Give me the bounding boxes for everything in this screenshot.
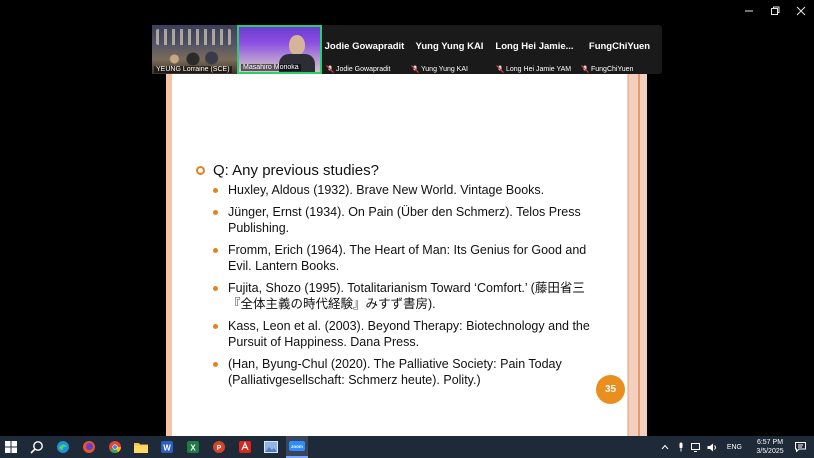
- participant-tile[interactable]: Long Hei Jamie... Long Hei Jamie YAM: [492, 25, 577, 74]
- participant-label: Masahiro Morioka: [241, 64, 301, 71]
- participant-label: Yung Yung KAI: [421, 65, 468, 73]
- edge-icon[interactable]: [52, 436, 74, 458]
- participant-tile-active-speaker[interactable]: Masahiro Morioka: [237, 25, 322, 74]
- bullet-icon: [213, 285, 218, 291]
- participant-name: Yung Yung KAI: [415, 41, 484, 52]
- participant-name: Jodie Gowapradit: [324, 41, 405, 52]
- ring-bullet-icon: [196, 166, 205, 175]
- participant-tile[interactable]: Yung Yung KAI Yung Yung KAI: [407, 25, 492, 74]
- reference-item: Kass, Leon et al. (2003). Beyond Therapy…: [213, 318, 593, 351]
- bullet-icon: [213, 209, 218, 215]
- clock[interactable]: 6:57 PM 3/5/2025: [748, 438, 792, 456]
- slide-decoration: [628, 74, 629, 436]
- reference-text: Huxley, Aldous (1932). Brave New World. …: [228, 183, 545, 197]
- participant-tile[interactable]: FungChiYuen FungChiYuen: [577, 25, 662, 74]
- participant-label: YEUNG Lorraine (SCE): [154, 66, 232, 73]
- participant-footer: Long Hei Jamie YAM: [496, 65, 571, 73]
- chevron-up-icon[interactable]: [657, 436, 673, 458]
- mic-muted-icon: [411, 65, 419, 73]
- reference-item: Jünger, Ernst (1934). On Pain (Über den …: [213, 204, 593, 237]
- svg-text:zoom: zoom: [291, 444, 303, 449]
- firefox-icon[interactable]: [78, 436, 100, 458]
- participant-label: Long Hei Jamie YAM: [506, 65, 572, 73]
- notification-icon[interactable]: [792, 436, 808, 458]
- participant-tile[interactable]: Jodie Gowapradit Jodie Gowapradit: [322, 25, 407, 74]
- participant-name: FungChiYuen: [588, 41, 651, 52]
- reference-text: Kass, Leon et al. (2003). Beyond Therapy…: [228, 318, 590, 350]
- video-feed: [156, 29, 231, 45]
- windows-taskbar: W X P zoom ENG 6:57 PM 3/5/2025: [0, 436, 814, 458]
- reference-text: (Han, Byung-Chul (2020). The Palliative …: [228, 356, 562, 388]
- bullet-icon: [213, 361, 218, 367]
- system-tray: ENG 6:57 PM 3/5/2025: [657, 436, 814, 458]
- mic-muted-icon: [581, 65, 589, 73]
- participant-label: FungChiYuen: [591, 65, 634, 73]
- mic-muted-icon: [326, 65, 334, 73]
- minimize-icon[interactable]: [736, 0, 762, 22]
- reference-item: Fujita, Shozo (1995). Totalitarianism To…: [213, 280, 593, 313]
- svg-text:W: W: [163, 444, 171, 453]
- acrobat-icon[interactable]: [234, 436, 256, 458]
- zoom-icon[interactable]: zoom: [286, 436, 308, 458]
- photos-icon[interactable]: [260, 436, 282, 458]
- close-icon[interactable]: [788, 0, 814, 22]
- clock-date: 3/5/2025: [756, 448, 784, 455]
- chrome-icon[interactable]: [104, 436, 126, 458]
- slide-question: Q: Any previous studies?: [196, 162, 379, 179]
- language-indicator[interactable]: ENG: [727, 444, 742, 451]
- mic-muted-icon: [496, 65, 504, 73]
- search-icon[interactable]: [26, 436, 48, 458]
- reference-item: (Han, Byung-Chul (2020). The Palliative …: [213, 356, 593, 389]
- window-controls: [736, 0, 814, 22]
- bullet-icon: [213, 188, 218, 193]
- slide-decoration: [166, 74, 172, 436]
- file-explorer-icon[interactable]: [130, 436, 152, 458]
- slide-page-number: 35: [596, 375, 625, 404]
- reference-list: Huxley, Aldous (1932). Brave New World. …: [213, 182, 593, 394]
- participant-footer: Yung Yung KAI: [411, 65, 468, 73]
- windows-start-icon[interactable]: [0, 436, 22, 458]
- reference-text: Fromm, Erich (1964). The Heart of Man: I…: [228, 242, 587, 274]
- participant-footer: FungChiYuen: [581, 65, 633, 73]
- question-text: Q: Any previous studies?: [213, 162, 379, 179]
- shared-screen-slide: Q: Any previous studies? Huxley, Aldous …: [166, 74, 647, 436]
- participant-label: Jodie Gowapradit: [336, 65, 391, 73]
- video-feed-head: [289, 35, 305, 55]
- svg-text:P: P: [217, 445, 222, 452]
- word-icon[interactable]: W: [156, 436, 178, 458]
- reference-text: Fujita, Shozo (1995). Totalitarianism To…: [228, 280, 585, 312]
- video-feed-people: [162, 47, 224, 67]
- powerpoint-icon[interactable]: P: [208, 436, 230, 458]
- bullet-icon: [213, 323, 218, 329]
- bullet-icon: [213, 247, 218, 253]
- slide-decoration: [627, 74, 647, 436]
- participant-footer: Jodie Gowapradit: [326, 65, 390, 73]
- restore-icon[interactable]: [762, 0, 788, 22]
- volume-icon[interactable]: [705, 436, 721, 458]
- participant-strip: YEUNG Lorraine (SCE) Masahiro Morioka Jo…: [152, 25, 662, 74]
- participant-tile[interactable]: YEUNG Lorraine (SCE): [152, 25, 237, 74]
- reference-item: Huxley, Aldous (1932). Brave New World. …: [213, 182, 593, 199]
- reference-text: Jünger, Ernst (1934). On Pain (Über den …: [228, 204, 581, 236]
- excel-icon[interactable]: X: [182, 436, 204, 458]
- svg-text:X: X: [190, 444, 196, 453]
- clock-time: 6:57 PM: [756, 439, 784, 446]
- microphone-icon[interactable]: [673, 436, 689, 458]
- reference-item: Fromm, Erich (1964). The Heart of Man: I…: [213, 242, 593, 275]
- network-icon[interactable]: [689, 436, 705, 458]
- slide-decoration: [638, 74, 640, 436]
- participant-name: Long Hei Jamie...: [495, 41, 574, 52]
